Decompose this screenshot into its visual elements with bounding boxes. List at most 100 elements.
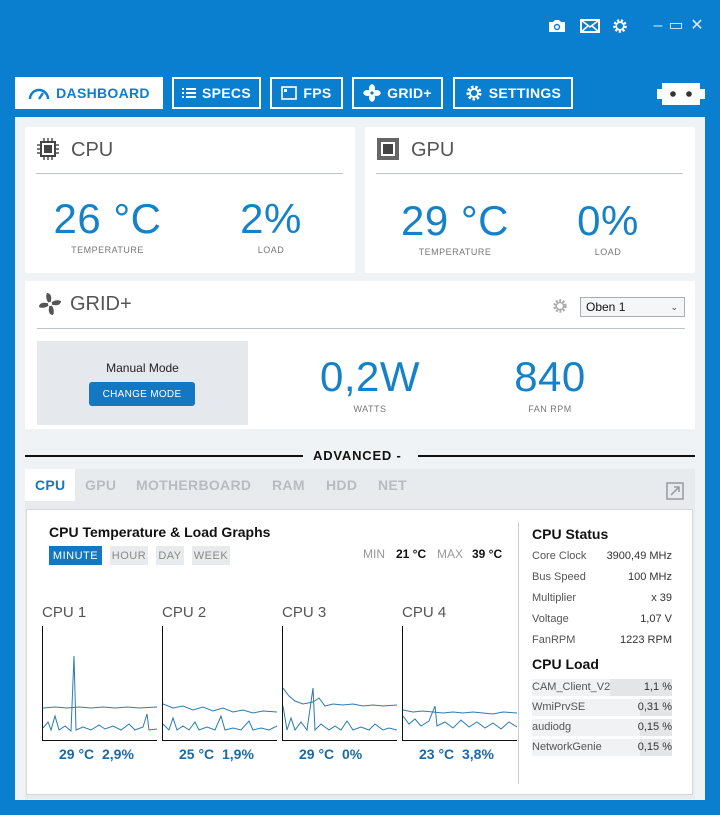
subtab-motherboard[interactable]: MOTHERBOARD xyxy=(136,477,251,493)
grid-settings-icon[interactable] xyxy=(552,298,568,314)
range-hour[interactable]: HOUR xyxy=(110,546,148,565)
fan-icon xyxy=(39,293,61,315)
divider xyxy=(376,173,683,174)
process-load: 1,1 % xyxy=(643,681,672,693)
subtab-gpu[interactable]: GPU xyxy=(85,477,116,493)
gpu-icon xyxy=(377,138,399,160)
min-value: 21 °C xyxy=(396,547,427,561)
fan-icon xyxy=(363,84,381,102)
process-load: 0,31 % xyxy=(637,701,672,713)
monitor-icon xyxy=(281,86,298,100)
cpu-title: CPU xyxy=(71,139,114,161)
core-temp: 29 °C xyxy=(59,746,95,762)
cpu-card: CPU 26 °C TEMPERATURE 2% LOAD xyxy=(25,127,355,273)
grid-watts-label: WATTS xyxy=(353,404,387,414)
tab-dashboard[interactable]: DASHBOARD xyxy=(15,77,163,109)
process-row: CAM_Client_V2 1,1 % xyxy=(532,679,672,696)
status-key: Multiplier xyxy=(532,592,577,604)
mode-label: Manual Mode xyxy=(106,361,179,375)
max-value: 39 °C xyxy=(472,547,503,561)
change-mode-button[interactable]: CHANGE MODE xyxy=(89,382,195,406)
cpu-load-title: CPU Load xyxy=(532,656,599,672)
divider xyxy=(37,328,685,329)
gpu-temperature: 29 °C xyxy=(400,197,509,244)
core-load: 2,9% xyxy=(102,746,134,762)
dashboard-panel: CPU 26 °C TEMPERATURE 2% LOAD GPU 29 °C … xyxy=(15,117,705,800)
core-load: 1,9% xyxy=(222,746,254,762)
minimize-button[interactable]: – xyxy=(650,16,666,36)
chip-icon xyxy=(37,138,59,160)
tab-specs[interactable]: SPECS xyxy=(172,77,261,109)
core-temp: 29 °C xyxy=(299,746,335,762)
tab-settings[interactable]: SETTINGS xyxy=(453,77,573,109)
grid-watts: 0,2W xyxy=(319,353,421,400)
advanced-line-right xyxy=(418,455,695,457)
camera-icon[interactable] xyxy=(545,14,569,38)
grid-rpm-label: FAN RPM xyxy=(528,404,572,414)
process-name: NetworkGenie xyxy=(532,741,602,753)
cpu-load-label: LOAD xyxy=(257,245,285,255)
grid-rpm: 840 xyxy=(514,353,586,400)
subtab-net[interactable]: NET xyxy=(378,477,407,493)
subtab-cpu[interactable]: CPU xyxy=(25,469,76,501)
tab-grid[interactable]: GRID+ xyxy=(352,77,443,109)
tab-label: SETTINGS xyxy=(488,85,562,101)
subtab-ram[interactable]: RAM xyxy=(272,477,305,493)
status-key: Voltage xyxy=(532,613,569,625)
core-load: 3,8% xyxy=(462,746,494,762)
cpu-status-title: CPU Status xyxy=(532,526,609,542)
profile-select-value: Oben 1 xyxy=(586,300,626,314)
range-minute[interactable]: MINUTE xyxy=(49,546,102,565)
divider xyxy=(36,173,343,174)
advanced-toggle[interactable]: ADVANCED - xyxy=(313,448,402,463)
grid-title: GRID+ xyxy=(70,293,132,315)
grid-card: GRID+ Oben 1 ⌄ Manual Mode CHANGE MODE 0… xyxy=(25,281,695,429)
core-temp: 23 °C xyxy=(419,746,455,762)
core-graph-3 xyxy=(282,626,398,741)
min-label: MIN xyxy=(363,547,385,561)
graphs-title: CPU Temperature & Load Graphs xyxy=(49,524,271,540)
core-graph-2 xyxy=(162,626,278,741)
process-name: CAM_Client_V2 xyxy=(532,681,611,693)
device-icon[interactable] xyxy=(657,80,705,108)
process-load: 0,15 % xyxy=(637,721,672,733)
status-value: 1223 RPM xyxy=(620,634,672,646)
subtab-hdd[interactable]: HDD xyxy=(326,477,357,493)
divider xyxy=(518,522,519,784)
cpu-temperature: 26 °C xyxy=(53,195,162,242)
gpu-card: GPU 29 °C TEMPERATURE 0% LOAD xyxy=(365,127,695,273)
max-label: MAX xyxy=(437,547,464,561)
tab-label: SPECS xyxy=(202,85,251,101)
status-key: FanRPM xyxy=(532,634,576,646)
status-key: Bus Speed xyxy=(532,571,586,583)
tab-fps[interactable]: FPS xyxy=(270,77,343,109)
tab-label: FPS xyxy=(303,85,332,101)
mode-box: Manual Mode CHANGE MODE xyxy=(37,341,248,425)
range-day[interactable]: DAY xyxy=(156,546,184,565)
advanced-line-left xyxy=(25,455,303,457)
status-value: 3900,49 MHz xyxy=(606,550,672,562)
core-graph-1 xyxy=(42,626,158,741)
mail-icon[interactable] xyxy=(578,14,602,38)
gauge-icon xyxy=(28,88,50,100)
process-name: audiodg xyxy=(532,721,572,733)
gear-icon[interactable] xyxy=(608,14,632,38)
process-row: WmiPrvSE 0,31 % xyxy=(532,699,672,716)
core-name: CPU 3 xyxy=(282,604,327,621)
status-key: Core Clock xyxy=(532,550,587,562)
core-name: CPU 4 xyxy=(402,604,447,621)
cpu-advanced-content: CPU Temperature & Load Graphs MINUTE HOU… xyxy=(26,509,693,795)
restore-button[interactable]: ▭ xyxy=(668,16,684,36)
range-week[interactable]: WEEK xyxy=(192,546,230,565)
gpu-title: GPU xyxy=(411,139,455,161)
close-button[interactable]: ✕ xyxy=(689,16,705,36)
gpu-load-label: LOAD xyxy=(594,247,622,257)
list-icon xyxy=(182,88,197,98)
gear-icon xyxy=(466,85,482,101)
popout-icon[interactable] xyxy=(666,482,684,500)
cpu-load: 2% xyxy=(240,195,302,242)
profile-select[interactable]: Oben 1 ⌄ xyxy=(580,297,685,317)
tab-label: DASHBOARD xyxy=(56,85,150,101)
core-name: CPU 2 xyxy=(162,604,207,621)
gpu-temperature-label: TEMPERATURE xyxy=(418,247,492,257)
